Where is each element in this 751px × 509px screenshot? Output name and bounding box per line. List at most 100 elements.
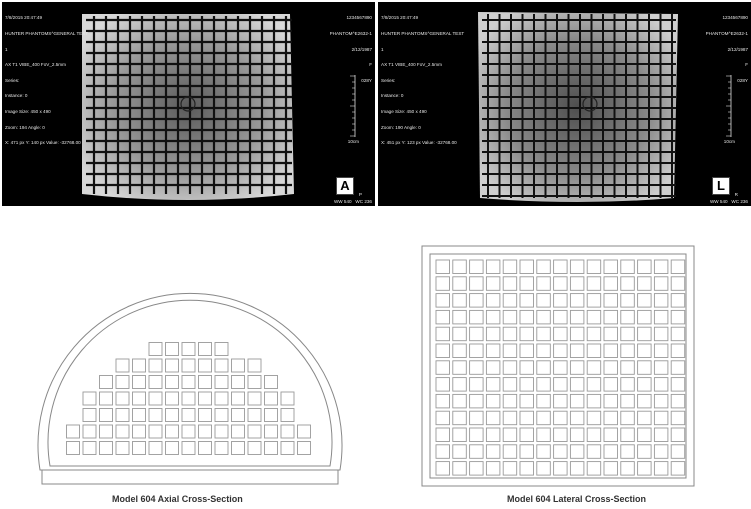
grid-cell	[452, 377, 467, 392]
grid-cell	[519, 360, 534, 375]
scale-label: 10cm	[347, 139, 359, 144]
grid-cell	[637, 309, 652, 325]
info-line: 2/12/1987	[727, 46, 748, 52]
grid-cell	[469, 444, 484, 459]
grid-cell	[435, 360, 450, 375]
grid-cell	[637, 393, 652, 409]
grid-cell	[148, 441, 163, 455]
grid-cell	[435, 343, 450, 358]
grid-cell	[99, 391, 113, 406]
scale-ruler	[350, 75, 356, 137]
grid-cell	[637, 360, 652, 375]
grid-cell	[198, 391, 212, 406]
grid-cell	[586, 259, 602, 274]
info-line: 7/8/2015 20:47:49	[5, 15, 43, 21]
grid-cell	[435, 259, 450, 274]
grid-cell	[603, 410, 618, 426]
info-line: 7/8/2015 20:47:49	[381, 15, 419, 21]
grid-cell	[264, 441, 278, 455]
grid-cell	[148, 408, 163, 422]
grid-cell	[637, 259, 652, 274]
grid-cell	[637, 377, 652, 392]
grid-cell	[214, 424, 229, 439]
grid-cell	[435, 309, 450, 325]
grid-cell	[536, 393, 551, 409]
caption-lateral: Model 604 Lateral Cross-Section	[507, 494, 647, 504]
grid-cell	[132, 375, 146, 389]
grid-cell	[247, 408, 262, 422]
grid-cell	[198, 424, 212, 439]
grid-cell	[165, 424, 179, 439]
grid-cell	[519, 309, 534, 325]
info-line: Zoom: 190 Angle: 0	[381, 124, 421, 130]
info-line: X: 471 px Y: 140 px Value: -32768.00	[5, 140, 81, 146]
grid-cell	[264, 424, 278, 439]
grid-cell	[620, 343, 635, 358]
grid-cell	[553, 427, 568, 442]
grid-cell	[280, 441, 295, 455]
grid-cell	[231, 424, 245, 439]
grid-cell	[264, 391, 278, 406]
caption-axial: Model 604 Axial Cross-Section	[112, 494, 243, 504]
grid-cell	[214, 408, 229, 422]
grid-cell	[435, 326, 450, 342]
grid-cell	[435, 444, 450, 459]
grid-cell	[469, 293, 484, 308]
lateral-cross-section-drawing	[421, 245, 695, 487]
grid-cell	[452, 393, 467, 409]
grid-cell	[553, 393, 568, 409]
grid-cell	[653, 276, 669, 291]
grid-cell	[553, 259, 568, 274]
grid-cell	[569, 343, 585, 358]
grid-cell	[469, 427, 484, 442]
info-line: 2/12/1987	[351, 46, 372, 52]
grid-cell	[502, 410, 518, 426]
grid-cell	[519, 410, 534, 426]
info-line: HUNTER PHANTOMS^GENERAL TEST	[381, 31, 465, 37]
grid-cell	[502, 276, 518, 291]
grid-cell	[670, 377, 686, 392]
grid-cell	[536, 444, 551, 459]
info-line: PHANTOM^E2632-1	[705, 31, 748, 37]
grid-cell	[485, 360, 501, 375]
grid-cell	[485, 326, 501, 342]
grid-cell	[485, 293, 501, 308]
grid-cell	[165, 342, 179, 356]
grid-cell	[165, 408, 179, 422]
grid-cell	[485, 259, 501, 274]
grid-cell	[502, 343, 518, 358]
window-level-readout: WW 540 WC 236	[333, 198, 372, 204]
grid-cell	[469, 461, 484, 476]
grid-cell	[99, 408, 113, 422]
grid-cell	[181, 391, 196, 406]
grid-cell	[586, 410, 602, 426]
grid-cell	[653, 444, 669, 459]
grid-cell	[620, 427, 635, 442]
orientation-marker: L	[712, 177, 730, 195]
grid-cell	[502, 259, 518, 274]
grid-cell	[653, 259, 669, 274]
grid-cell	[165, 358, 179, 373]
grid-cell	[620, 326, 635, 342]
info-line: Image Size: 450 x 490	[381, 109, 427, 115]
grid-cell	[280, 391, 295, 406]
grid-cell	[569, 461, 585, 476]
grid-cell	[519, 276, 534, 291]
grid-cell	[452, 309, 467, 325]
grid-cell	[198, 375, 212, 389]
grid-cell	[519, 377, 534, 392]
grid-cell	[148, 424, 163, 439]
grid-cell	[536, 427, 551, 442]
grid-cell	[569, 276, 585, 291]
grid-cell	[620, 393, 635, 409]
grid-cell	[586, 276, 602, 291]
grid-cell	[502, 461, 518, 476]
info-line: Instance: 0	[5, 93, 28, 99]
grid-cell	[519, 259, 534, 274]
grid-cell	[198, 441, 212, 455]
grid-cell	[485, 343, 501, 358]
grid-cell	[603, 343, 618, 358]
grid-cell	[620, 276, 635, 291]
grid-cell	[115, 424, 130, 439]
grid-cell	[148, 358, 163, 373]
